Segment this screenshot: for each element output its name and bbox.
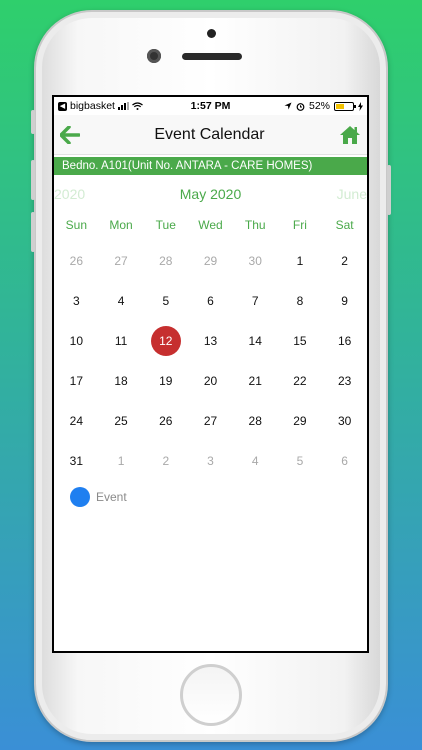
weekday-label: Sat (335, 218, 354, 232)
calendar-day[interactable]: 19 (143, 361, 188, 401)
proximity-sensor (207, 29, 216, 38)
calendar-day[interactable]: 6 (188, 281, 233, 321)
weekday-label: Fri (292, 218, 307, 232)
home-button[interactable] (180, 664, 242, 726)
calendar-day[interactable]: 2 (322, 241, 367, 281)
event-legend: Event (54, 487, 367, 507)
calendar-day[interactable]: 1 (278, 241, 323, 281)
calendar-day[interactable]: 17 (54, 361, 99, 401)
alarm-icon (296, 102, 305, 111)
carrier-name: bigbasket (70, 100, 115, 112)
earpiece-speaker (182, 53, 242, 60)
unit-banner: Bedno. A101(Unit No. ANTARA - CARE HOMES… (54, 157, 367, 175)
calendar-day[interactable]: 3 (188, 441, 233, 481)
arrow-left-icon[interactable] (60, 125, 80, 144)
weekday-header: Sun Mon Tue Wed Thu Fri Sat (54, 213, 367, 237)
location-icon (284, 102, 292, 110)
battery-percent: 52% (308, 100, 330, 112)
calendar-day[interactable]: 27 (188, 401, 233, 441)
calendar-day[interactable]: 13 (188, 321, 233, 361)
calendar-day-today[interactable]: 12 (143, 321, 188, 361)
calendar-day[interactable]: 21 (233, 361, 278, 401)
month-header: 2020 May 2020 June (54, 175, 367, 213)
calendar-day[interactable]: 6 (322, 441, 367, 481)
calendar-day[interactable]: 14 (233, 321, 278, 361)
calendar-grid: 26 27 28 29 30 1 2 3 4 5 6 7 8 9 10 11 1… (54, 241, 367, 481)
event-dot-icon (70, 487, 90, 507)
calendar-day[interactable]: 28 (233, 401, 278, 441)
navigation-bar: Event Calendar (54, 115, 367, 155)
status-time: 1:57 PM (190, 100, 231, 112)
calendar-day[interactable]: 31 (54, 441, 99, 481)
calendar-day[interactable]: 20 (188, 361, 233, 401)
back-to-app-icon[interactable]: ◀ (58, 101, 67, 111)
weekday-label: Sun (65, 218, 88, 232)
mute-switch (31, 110, 35, 134)
calendar-day[interactable]: 4 (233, 441, 278, 481)
weekday-label: Mon (109, 218, 133, 232)
calendar-day[interactable]: 26 (143, 401, 188, 441)
calendar-day[interactable]: 24 (54, 401, 99, 441)
calendar-day[interactable]: 27 (99, 241, 144, 281)
calendar-day[interactable]: 26 (54, 241, 99, 281)
power-button (387, 165, 391, 215)
front-camera (147, 49, 161, 63)
status-bar: ◀ bigbasket 1:57 PM 52% (54, 97, 367, 115)
volume-up-button (31, 160, 35, 200)
calendar-day[interactable]: 18 (99, 361, 144, 401)
weekday-label: Wed (198, 218, 223, 232)
calendar-day[interactable]: 5 (278, 441, 323, 481)
calendar-day[interactable]: 1 (99, 441, 144, 481)
calendar-day[interactable]: 30 (322, 401, 367, 441)
signal-icon (117, 102, 129, 110)
current-month-label: May 2020 (179, 186, 242, 202)
calendar-day[interactable]: 2 (143, 441, 188, 481)
calendar-day[interactable]: 5 (143, 281, 188, 321)
battery-icon (334, 101, 356, 111)
calendar-day[interactable]: 7 (233, 281, 278, 321)
calendar-day[interactable]: 29 (278, 401, 323, 441)
wifi-icon (132, 102, 143, 110)
calendar-day[interactable]: 16 (322, 321, 367, 361)
charging-icon (358, 101, 363, 111)
calendar-day[interactable]: 23 (322, 361, 367, 401)
calendar-day[interactable]: 9 (322, 281, 367, 321)
next-month-label[interactable]: June (337, 186, 367, 202)
home-icon[interactable] (339, 125, 361, 145)
app-screen: ◀ bigbasket 1:57 PM 52% Event Calendar B… (52, 95, 369, 653)
page-title: Event Calendar (154, 125, 265, 143)
calendar-day[interactable]: 30 (233, 241, 278, 281)
calendar-day[interactable]: 3 (54, 281, 99, 321)
weekday-label: Tue (155, 218, 176, 232)
calendar-day[interactable]: 15 (278, 321, 323, 361)
calendar-day[interactable]: 11 (99, 321, 144, 361)
calendar-day[interactable]: 8 (278, 281, 323, 321)
weekday-label: Thu (244, 218, 266, 232)
calendar-day[interactable]: 4 (99, 281, 144, 321)
event-legend-label: Event (96, 490, 127, 504)
calendar-day[interactable]: 10 (54, 321, 99, 361)
calendar-day[interactable]: 25 (99, 401, 144, 441)
calendar-day[interactable]: 28 (143, 241, 188, 281)
volume-down-button (31, 212, 35, 252)
calendar-day[interactable]: 29 (188, 241, 233, 281)
calendar-day[interactable]: 22 (278, 361, 323, 401)
